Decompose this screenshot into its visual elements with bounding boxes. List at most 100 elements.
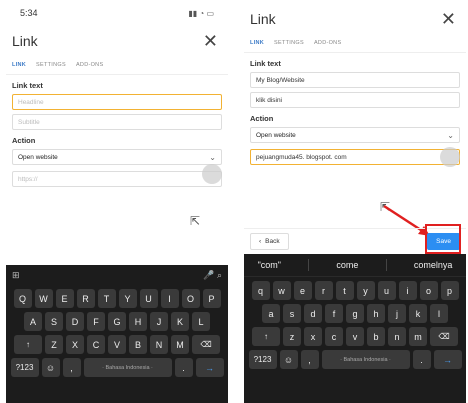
backspace-key[interactable]: ⌫ <box>430 327 458 346</box>
key[interactable]: V <box>108 335 126 354</box>
key[interactable]: K <box>171 312 189 331</box>
key[interactable]: A <box>24 312 42 331</box>
key[interactable]: i <box>398 281 417 300</box>
key[interactable]: l <box>430 304 448 323</box>
shift-key[interactable]: ↑ <box>252 327 280 346</box>
period-key[interactable]: . <box>412 350 431 369</box>
key[interactable]: Q <box>13 289 32 308</box>
key[interactable]: k <box>409 304 427 323</box>
tab-link[interactable]: LINK <box>250 40 264 46</box>
tab-link[interactable]: LINK <box>12 62 26 68</box>
key[interactable]: F <box>87 312 105 331</box>
suggestion-item[interactable]: comelnya <box>414 260 453 270</box>
key[interactable]: x <box>304 327 322 346</box>
suggestion-item[interactable]: come <box>336 260 358 270</box>
suggestion-divider <box>308 259 310 271</box>
enter-key[interactable]: → <box>433 350 462 369</box>
key[interactable]: y <box>356 281 375 300</box>
key[interactable]: E <box>55 289 74 308</box>
action-select[interactable]: Open website ⌄ <box>250 127 460 143</box>
key[interactable]: s <box>283 304 301 323</box>
key[interactable]: X <box>66 335 84 354</box>
headline-input[interactable]: My Blog/Website <box>250 72 460 88</box>
link-text-label: Link text <box>250 59 281 68</box>
chevron-left-icon: ‹ <box>259 237 262 245</box>
period-key[interactable]: . <box>174 358 193 377</box>
key[interactable]: L <box>192 312 210 331</box>
subtitle-input[interactable]: Subtitle <box>12 114 222 130</box>
key[interactable]: n <box>388 327 406 346</box>
close-icon[interactable]: ✕ <box>203 32 218 50</box>
space-key[interactable]: · Bahasa Indonesia · <box>83 358 172 377</box>
key-row-4: ?123 ☺ , · Bahasa Indonesia · . → <box>244 350 466 369</box>
tab-settings[interactable]: SETTINGS <box>274 40 304 46</box>
key[interactable]: b <box>367 327 385 346</box>
key[interactable]: t <box>335 281 354 300</box>
url-input[interactable]: https:// <box>12 171 222 187</box>
key[interactable]: u <box>377 281 396 300</box>
enter-key[interactable]: → <box>195 358 224 377</box>
key[interactable]: J <box>150 312 168 331</box>
headline-input[interactable]: Headline <box>12 94 222 110</box>
emoji-key[interactable]: ☺ <box>279 350 298 369</box>
key[interactable]: a <box>262 304 280 323</box>
key[interactable]: e <box>293 281 312 300</box>
key[interactable]: w <box>272 281 291 300</box>
tab-bar: LINK SETTINGS ADD-ONS <box>244 34 466 53</box>
key[interactable]: q <box>251 281 270 300</box>
key[interactable]: c <box>325 327 343 346</box>
close-icon[interactable]: ✕ <box>441 10 456 28</box>
key[interactable]: r <box>314 281 333 300</box>
tab-add-ons[interactable]: ADD-ONS <box>314 40 341 46</box>
key[interactable]: d <box>304 304 322 323</box>
key[interactable]: g <box>346 304 364 323</box>
subtitle-input[interactable]: klik disini <box>250 92 460 108</box>
chevron-down-icon: ⌄ <box>209 152 216 162</box>
url-input[interactable]: pejuangmuda45. blogspot. com <box>250 149 460 165</box>
comma-key[interactable]: , <box>300 350 319 369</box>
key[interactable]: B <box>129 335 147 354</box>
space-key[interactable]: · Bahasa Indonesia · <box>321 350 410 369</box>
status-time: 5:34 <box>20 8 38 18</box>
key[interactable]: Z <box>45 335 63 354</box>
symbols-key[interactable]: ?123 <box>248 350 277 369</box>
key[interactable]: h <box>367 304 385 323</box>
mouse-pointer-icon: ⇱ <box>190 214 201 228</box>
key[interactable]: M <box>171 335 189 354</box>
keyboard-grid-icon[interactable]: ⊞ <box>12 270 20 281</box>
comma-key[interactable]: , <box>62 358 81 377</box>
tab-settings[interactable]: SETTINGS <box>36 62 66 68</box>
backspace-key[interactable]: ⌫ <box>192 335 220 354</box>
key[interactable]: D <box>66 312 84 331</box>
key[interactable]: H <box>129 312 147 331</box>
key[interactable]: W <box>34 289 53 308</box>
key[interactable]: N <box>150 335 168 354</box>
key[interactable]: p <box>440 281 459 300</box>
key[interactable]: m <box>409 327 427 346</box>
key[interactable]: f <box>325 304 343 323</box>
tab-add-ons[interactable]: ADD-ONS <box>76 62 103 68</box>
key[interactable]: o <box>419 281 438 300</box>
key[interactable]: P <box>202 289 221 308</box>
emoji-key[interactable]: ☺ <box>41 358 60 377</box>
suggestion-item[interactable]: "com" <box>258 260 281 270</box>
key[interactable]: z <box>283 327 301 346</box>
key[interactable]: j <box>388 304 406 323</box>
key[interactable]: R <box>76 289 95 308</box>
key[interactable]: I <box>160 289 179 308</box>
key[interactable]: v <box>346 327 364 346</box>
left-phone-screen: 5:34 ▮▮ ◔ ▭ Link ✕ LINK SETTINGS ADD-ONS… <box>6 0 228 403</box>
back-button[interactable]: ‹ Back <box>250 232 289 250</box>
key[interactable]: S <box>45 312 63 331</box>
key[interactable]: U <box>139 289 158 308</box>
shift-key[interactable]: ↑ <box>14 335 42 354</box>
key[interactable]: Y <box>118 289 137 308</box>
mic-search-icons[interactable]: 🎤 ⌕ <box>203 270 222 281</box>
symbols-key[interactable]: ?123 <box>10 358 39 377</box>
link-form: Link text My Blog/Website klik disini Ac… <box>244 59 466 165</box>
key[interactable]: T <box>97 289 116 308</box>
key[interactable]: O <box>181 289 200 308</box>
key[interactable]: C <box>87 335 105 354</box>
action-select[interactable]: Open website ⌄ <box>12 149 222 165</box>
key[interactable]: G <box>108 312 126 331</box>
